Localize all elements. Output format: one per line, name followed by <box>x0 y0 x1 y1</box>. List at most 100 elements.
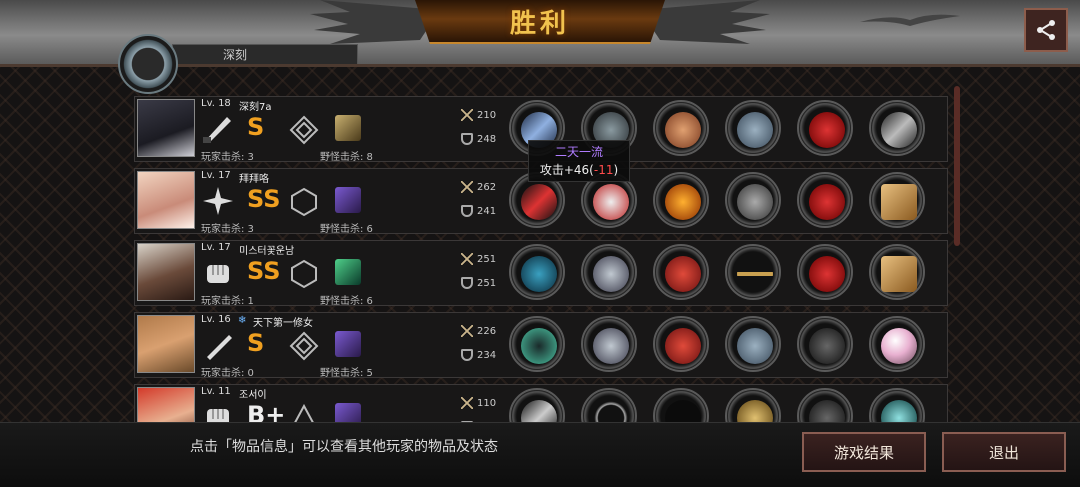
whip-item-icon[interactable] <box>509 244 565 300</box>
wire-item-icon[interactable] <box>725 244 781 300</box>
rank-hexagon-icon <box>291 187 317 217</box>
rank-diamond-icon <box>289 115 319 145</box>
player-row[interactable]: Lv. 17 미스터꽃운남 SS 玩家击杀: 1 野怪击杀: 6 251 251 <box>134 240 948 307</box>
player-kills: 玩家击杀: 3 <box>201 224 254 235</box>
gauntlet-item-icon[interactable] <box>725 316 781 372</box>
shoe-item-icon[interactable] <box>797 316 853 372</box>
player-name: 天下第一修女 <box>253 318 313 329</box>
defense-stat: 251 <box>461 277 496 289</box>
rank-hexagon-icon <box>291 259 317 289</box>
empty-slot[interactable] <box>653 388 709 426</box>
defense-stat: 248 <box>461 133 496 145</box>
rank-diamond-icon <box>289 331 319 361</box>
scrollbar[interactable] <box>954 86 960 246</box>
player-row[interactable]: Lv. 16 ❄ 天下第一修女 S 玩家击杀: 0 野怪击杀: 5 226 23… <box>134 312 948 379</box>
item-tooltip: 二天一流 攻击+46(-11) <box>528 140 630 182</box>
shoe-item-icon[interactable] <box>797 388 853 426</box>
grade-badge: SS <box>247 185 281 213</box>
gauntlet-item-icon[interactable] <box>725 100 781 156</box>
shield-icon <box>461 277 473 289</box>
pet-icon <box>335 115 361 141</box>
guild-icon: ❄ <box>238 315 247 326</box>
crossed-swords-icon <box>461 253 473 265</box>
monster-kills: 野怪击杀: 6 <box>320 224 373 235</box>
shuriken-icon <box>203 187 233 215</box>
page-title: 胜利 <box>509 8 570 39</box>
player-level: Lv. 16 <box>201 314 231 325</box>
monster-kills: 野怪击杀: 5 <box>320 368 373 379</box>
orb-item-icon[interactable] <box>869 388 925 426</box>
exit-button[interactable]: 退出 <box>942 432 1066 472</box>
spike-item-icon[interactable] <box>725 172 781 228</box>
share-button[interactable] <box>1024 8 1068 52</box>
player-row[interactable]: Lv. 11 조서이 B+ 110 112 <box>134 384 948 426</box>
crossed-swords-icon <box>461 397 473 409</box>
player-kills: 玩家击杀: 1 <box>201 296 254 307</box>
attack-stat: 110 <box>461 397 496 409</box>
player-kills: 玩家击杀: 0 <box>201 368 254 379</box>
pet-icon <box>335 187 361 213</box>
chest-item-icon[interactable] <box>869 172 925 228</box>
share-icon <box>1037 20 1055 40</box>
game-result-button[interactable]: 游戏结果 <box>802 432 926 472</box>
attack-stat: 262 <box>461 181 496 193</box>
crossed-swords-icon <box>461 181 473 193</box>
attack-stat: 210 <box>461 109 496 121</box>
claw-item-icon[interactable] <box>653 100 709 156</box>
attack-stat: 251 <box>461 253 496 265</box>
thorn-item-icon[interactable] <box>509 316 565 372</box>
claw-item-icon[interactable] <box>509 388 565 426</box>
victory-title: 胜利 <box>415 0 665 44</box>
grade-badge: S <box>247 329 265 357</box>
boots-item-icon[interactable] <box>797 172 853 228</box>
item-tooltip-stat: 攻击+46(-11) <box>539 163 619 177</box>
knife-item-icon[interactable] <box>869 100 925 156</box>
player-name: 深刻7a <box>239 102 272 113</box>
chest-item-icon[interactable] <box>869 244 925 300</box>
player-portrait <box>137 243 195 301</box>
grade-badge: SS <box>247 257 281 285</box>
grade-badge: S <box>247 113 265 141</box>
robe-item-icon[interactable] <box>653 244 709 300</box>
defense-stat: 241 <box>461 205 496 217</box>
hint-text: 点击「物品信息」可以查看其他玩家的物品及状态 <box>190 439 498 455</box>
fire-armor-item-icon[interactable] <box>653 172 709 228</box>
profile-name: 深刻 <box>223 48 248 62</box>
pearl-item-icon[interactable] <box>869 316 925 372</box>
helmet-item-icon[interactable] <box>581 244 637 300</box>
player-portrait <box>137 315 195 373</box>
boots-item-icon[interactable] <box>797 100 853 156</box>
crossed-swords-icon <box>461 109 473 121</box>
pet-icon <box>335 331 361 357</box>
player-portrait <box>137 387 195 426</box>
attack-stat: 226 <box>461 325 496 337</box>
defense-stat: 234 <box>461 349 496 361</box>
ring-item-icon[interactable] <box>581 388 637 426</box>
profile-avatar[interactable] <box>118 34 178 94</box>
shield-icon <box>461 349 473 361</box>
player-level: Lv. 18 <box>201 98 231 109</box>
player-portrait <box>137 99 195 157</box>
profile-name-plate: 深刻 <box>172 44 358 64</box>
shield-item-icon[interactable] <box>725 388 781 426</box>
monster-kills: 野怪击杀: 8 <box>320 152 373 163</box>
bird-silhouette-icon <box>860 14 960 26</box>
player-name: 拜拜咯 <box>239 174 269 185</box>
mask-item-icon[interactable] <box>581 316 637 372</box>
boots-item-icon[interactable] <box>797 244 853 300</box>
shield-icon <box>461 205 473 217</box>
shield-icon <box>461 133 473 145</box>
bat-icon <box>207 335 232 360</box>
robe-item-icon[interactable] <box>653 316 709 372</box>
player-name: 조서이 <box>239 390 267 401</box>
player-portrait <box>137 171 195 229</box>
monster-kills: 野怪击杀: 6 <box>320 296 373 307</box>
item-tooltip-name: 二天一流 <box>554 145 603 159</box>
player-level: Lv. 17 <box>201 242 231 253</box>
player-kills: 玩家击杀: 3 <box>201 152 254 163</box>
player-name: 미스터꽃운남 <box>239 246 295 257</box>
fist-icon <box>207 265 229 283</box>
pet-icon <box>335 259 361 285</box>
player-level: Lv. 11 <box>201 386 231 397</box>
crossed-swords-icon <box>461 325 473 337</box>
